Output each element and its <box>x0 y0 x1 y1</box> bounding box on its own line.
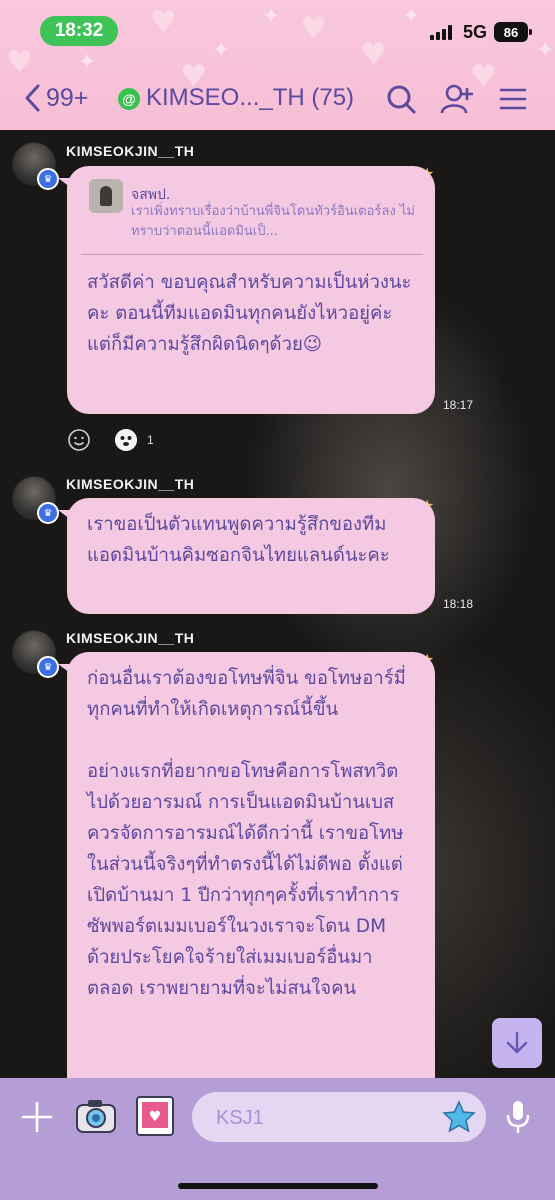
menu-icon[interactable] <box>496 82 530 116</box>
online-status-icon: @ <box>118 88 140 110</box>
heart-decoration-icon: ♥ <box>360 37 387 72</box>
sender-name: KIMSEOKJIN__TH <box>66 630 195 646</box>
message-text: เราขอเป็นตัวแทนพูดความรู้สึกของทีมแอดมิน… <box>87 514 390 566</box>
reply-thumbnail <box>89 179 123 213</box>
star-sticker-icon[interactable] <box>442 1100 476 1134</box>
chat-navigation: 99+ @ KIMSEO..._TH (75) <box>0 74 555 124</box>
reaction-count: 1 <box>147 433 154 447</box>
plus-icon[interactable] <box>20 1100 54 1134</box>
sparkle-decoration-icon: ✦ <box>78 50 97 75</box>
svg-text:♥: ♥ <box>149 1109 162 1125</box>
heart-decoration-icon: ♥ <box>150 5 177 40</box>
microphone-icon[interactable] <box>504 1098 532 1136</box>
message-time: 18:18 <box>443 597 474 611</box>
reaction-sticker-icon[interactable] <box>115 429 137 451</box>
message-input-field[interactable] <box>192 1092 486 1142</box>
add-friend-icon[interactable] <box>440 82 474 116</box>
home-indicator <box>178 1183 378 1189</box>
chat-messages-area[interactable]: ♛ KIMSEOKJIN__TH ★ จสพป. เราเพิ่งทราบเรื… <box>0 130 555 1078</box>
arrow-down-icon <box>506 1031 528 1054</box>
search-icon[interactable] <box>384 82 418 116</box>
network-type: 5G <box>463 22 488 42</box>
message-bubble[interactable]: จสพป. เราเพิ่งทราบเรื่องว่าบ้านพี่จินโดน… <box>58 166 435 414</box>
back-unread-count[interactable]: 99+ <box>46 84 88 113</box>
message-input[interactable] <box>214 1102 438 1134</box>
camera-icon[interactable] <box>74 1096 118 1136</box>
sparkle-decoration-icon: ✦ <box>402 4 421 29</box>
reply-text: เราเพิ่งทราบเรื่องว่าบ้านพี่จินโดนทัวร์อ… <box>131 204 415 239</box>
message-paragraph: อย่างแรกที่อยากขอโทษคือการโพสทวิตไปด้วยอ… <box>87 761 404 999</box>
sparkle-decoration-icon: ✦ <box>212 38 231 63</box>
message-paragraph: ก่อนอื่นเราต้องขอโทษพี่จิน ขอโทษอาร์มี่ท… <box>87 668 406 720</box>
gallery-icon[interactable]: ♥ <box>134 1094 176 1138</box>
add-reaction-icon[interactable] <box>67 428 91 452</box>
heart-decoration-icon: ♥ <box>300 11 327 46</box>
sparkle-decoration-icon: ✦ <box>262 4 281 29</box>
scroll-to-bottom-button[interactable] <box>492 1018 542 1068</box>
message-text: สวัสดีค่า ขอบคุณสำหรับความเป็นห่วงนะคะ ต… <box>87 272 412 355</box>
battery-icon: 86 <box>494 22 532 42</box>
reply-preview[interactable]: จสพป. เราเพิ่งทราบเรื่องว่าบ้านพี่จินโดน… <box>81 174 423 255</box>
message-time: 18:17 <box>443 398 474 412</box>
message-input-bar: ♥ <box>0 1078 555 1200</box>
crown-badge-icon: ♛ <box>37 168 59 190</box>
sparkle-decoration-icon: ✦ <box>536 38 555 63</box>
message-bubble[interactable]: เราขอเป็นตัวแทนพูดความรู้สึกของทีมแอดมิน… <box>58 498 435 614</box>
crown-badge-icon: ♛ <box>37 502 59 524</box>
status-time: 18:32 <box>40 16 118 46</box>
chat-title[interactable]: KIMSEO..._TH (75) <box>146 84 354 112</box>
header-bar: ♥ ✦ ♥ ✦ ♥ ✦ ♥ ✦ ♥ ♥ ✦ 18:32 5G 86 99+ @ … <box>0 0 555 130</box>
crown-badge-icon: ♛ <box>37 656 59 678</box>
message-text: ก่อนอื่นเราต้องขอโทษพี่จิน ขอโทษอาร์มี่ท… <box>67 652 435 1018</box>
sender-name: KIMSEOKJIN__TH <box>66 143 195 159</box>
sender-name: KIMSEOKJIN__TH <box>66 476 195 492</box>
message-bubble[interactable]: ก่อนอื่นเราต้องขอโทษพี่จิน ขอโทษอาร์มี่ท… <box>58 652 435 1078</box>
cellular-signal-icon <box>430 24 452 40</box>
